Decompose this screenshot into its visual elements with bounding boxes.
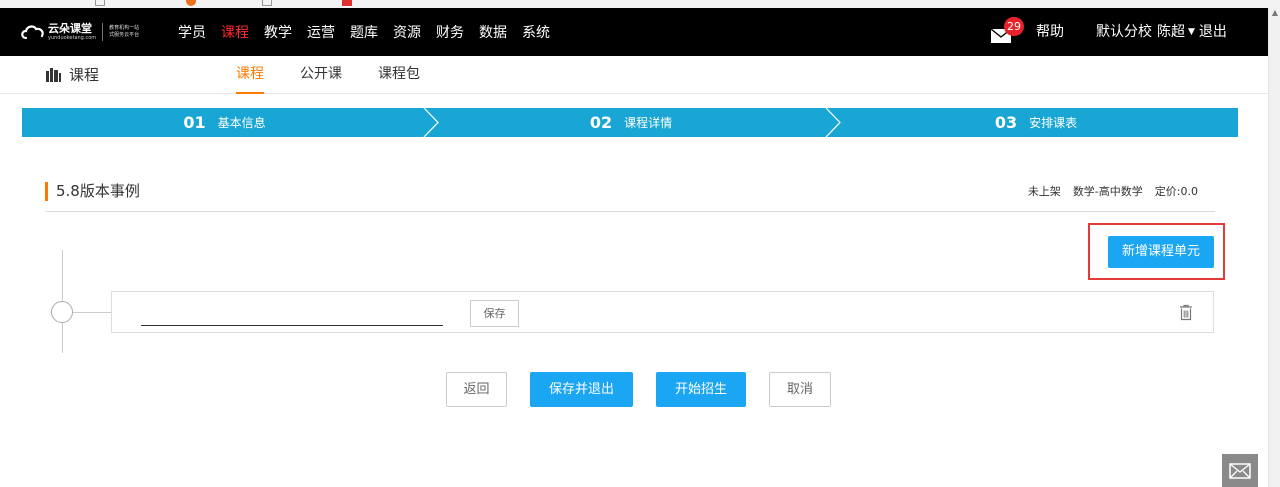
step-progress-bar: 01 基本信息 02 课程详情 03 安排课表 — [22, 108, 1238, 137]
form-actions: 返回 保存并退出 开始招生 取消 — [0, 372, 1268, 407]
nav-item-teaching[interactable]: 教学 — [264, 22, 292, 42]
section-title: 课程 — [46, 56, 99, 94]
nav-item-data[interactable]: 数据 — [479, 22, 507, 42]
nav-item-finance[interactable]: 财务 — [436, 22, 464, 42]
nav-item-courses[interactable]: 课程 — [221, 22, 249, 42]
float-mail-button[interactable] — [1222, 454, 1258, 487]
add-course-unit-button[interactable]: 新增课程单元 — [1108, 236, 1214, 268]
step-label: 安排课表 — [1029, 116, 1078, 130]
course-category: 数学-高中数学 — [1072, 185, 1143, 198]
logo-name: 云朵课堂 — [48, 22, 92, 35]
logo-slogan-line1: 教育机构一站 — [109, 25, 140, 31]
step-number: 03 — [994, 113, 1018, 132]
course-meta: 未上架 数学-高中数学 定价:0.0 — [1028, 185, 1198, 199]
logo-slogan: 教育机构一站 式服务云平台 — [109, 25, 139, 39]
unit-save-button[interactable]: 保存 — [470, 300, 519, 327]
logout-link[interactable]: 退出 — [1199, 8, 1227, 56]
back-button[interactable]: 返回 — [446, 372, 507, 407]
step-number: 01 — [183, 113, 206, 132]
user-menu[interactable]: 默认分校 陈超 ▼ 退出 — [1096, 8, 1227, 56]
browser-tab-favicon — [342, 0, 352, 6]
step-course-detail[interactable]: 02 课程详情 — [432, 108, 830, 137]
browser-tab-favicon — [186, 0, 196, 6]
tab-course-packages[interactable]: 课程包 — [378, 56, 420, 94]
course-price: 定价:0.0 — [1154, 185, 1198, 198]
unit-name-input[interactable] — [141, 302, 443, 326]
step-number: 02 — [589, 113, 613, 132]
logo-divider — [102, 23, 104, 41]
mail-count-badge: 29 — [1004, 17, 1024, 36]
course-unit-row: 保存 — [111, 291, 1214, 333]
main-nav: 学员 课程 教学 运营 题库 资源 财务 数据 系统 — [178, 8, 565, 56]
brand-logo[interactable]: 云朵课堂 yunduoketang.com 教育机构一站 式服务云平台 — [20, 21, 139, 43]
timeline-branch — [73, 312, 112, 313]
float-mail-icon — [1229, 462, 1251, 479]
top-navigation-bar: 云朵课堂 yunduoketang.com 教育机构一站 式服务云平台 学员 课… — [0, 8, 1268, 56]
step-basic-info[interactable]: 01 基本信息 — [22, 108, 427, 137]
browser-toolbar-strip — [0, 0, 1280, 8]
help-link[interactable]: 帮助 — [1036, 8, 1064, 56]
section-title-text: 课程 — [69, 66, 100, 84]
nav-item-resources[interactable]: 资源 — [393, 22, 421, 42]
course-header: 5.8版本事例 未上架 数学-高中数学 定价:0.0 — [45, 178, 1215, 212]
scroll-up-icon[interactable]: ▲ — [1269, 8, 1280, 18]
course-status: 未上架 — [1027, 185, 1061, 198]
nav-item-system[interactable]: 系统 — [522, 22, 550, 42]
timeline-node — [51, 301, 73, 323]
step-label: 课程详情 — [624, 116, 673, 130]
nav-item-students[interactable]: 学员 — [178, 22, 206, 42]
caret-down-icon[interactable]: ▼ — [1188, 8, 1195, 56]
step-schedule[interactable]: 03 安排课表 — [834, 108, 1238, 137]
sub-navigation-bar: 课程 课程 公开课 课程包 — [0, 56, 1268, 94]
tab-public-courses[interactable]: 公开课 — [300, 56, 342, 94]
nav-item-operations[interactable]: 运营 — [307, 22, 335, 42]
cloud-logo-icon — [21, 25, 44, 40]
browser-tab-edge — [262, 0, 272, 6]
browser-tab-edge — [95, 0, 105, 6]
sub-tabs: 课程 公开课 课程包 — [236, 56, 456, 94]
logo-domain: yunduoketang.com — [48, 35, 97, 41]
page-scrollbar[interactable]: ▲ — [1268, 8, 1280, 487]
step-label: 基本信息 — [217, 116, 266, 130]
cancel-button[interactable]: 取消 — [769, 372, 831, 407]
start-enrollment-button[interactable]: 开始招生 — [656, 372, 746, 407]
user-name[interactable]: 陈超 — [1157, 8, 1185, 56]
trash-icon[interactable] — [1179, 304, 1193, 321]
tab-courses[interactable]: 课程 — [236, 56, 264, 94]
books-icon — [46, 68, 61, 82]
campus-label: 默认分校 — [1096, 24, 1152, 40]
logo-text: 云朵课堂 yunduoketang.com — [48, 22, 97, 42]
course-title: 5.8版本事例 — [56, 182, 140, 200]
title-accent-bar — [45, 182, 48, 201]
nav-item-question-bank[interactable]: 题库 — [350, 22, 378, 42]
logo-slogan-line2: 式服务云平台 — [109, 32, 140, 38]
save-and-exit-button[interactable]: 保存并退出 — [530, 372, 633, 407]
